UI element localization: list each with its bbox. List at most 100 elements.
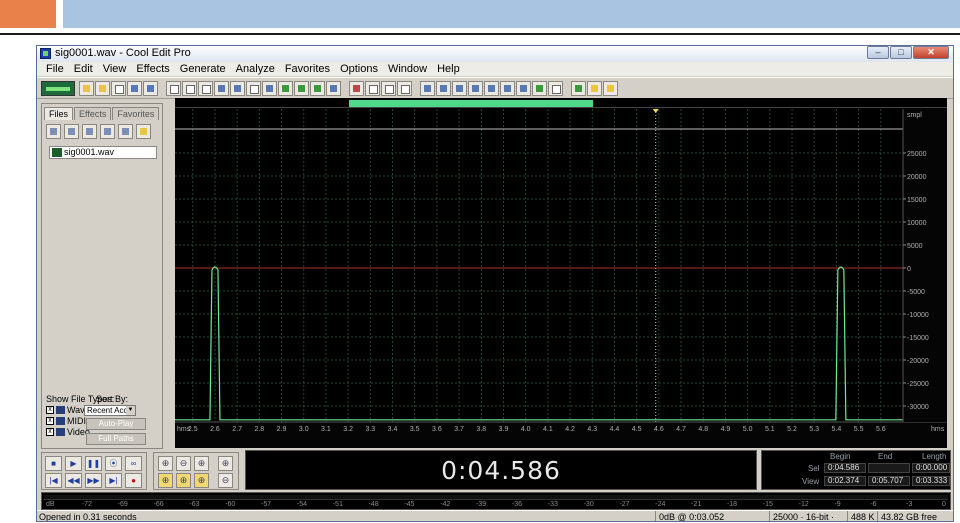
settings-icon[interactable] (587, 80, 602, 96)
open-folder-icon[interactable] (46, 124, 61, 139)
tab-favorites[interactable]: Favorites (112, 107, 160, 120)
wave-checkbox[interactable]: x (46, 406, 54, 414)
zoom-out-horizontal-icon[interactable]: ⊖ (176, 456, 191, 471)
full-paths-button[interactable]: Full Paths (86, 433, 146, 445)
midi-checkbox[interactable]: x (46, 417, 54, 425)
copy-new-icon[interactable] (230, 80, 245, 96)
menu-effects[interactable]: Effects (131, 62, 174, 76)
menu-favorites[interactable]: Favorites (280, 62, 335, 76)
menu-edit[interactable]: Edit (69, 62, 98, 76)
trim-icon[interactable] (310, 80, 325, 96)
title-bar: sig0001.wav - Cool Edit Pro – □ ✕ (37, 46, 953, 62)
sel-end-field[interactable] (868, 463, 910, 473)
zoom-in-vertical-icon[interactable]: ⊕ (218, 456, 233, 471)
close-unused-icon[interactable] (100, 124, 115, 139)
multitrack-toggle-button[interactable] (41, 80, 75, 96)
filter-video[interactable]: x Video (46, 427, 90, 437)
zoom-full-icon[interactable]: ⊕ (194, 456, 209, 471)
panel-effects-icon[interactable] (436, 80, 451, 96)
cue-list-icon[interactable] (468, 80, 483, 96)
cut-icon[interactable] (246, 80, 261, 96)
grid-icon[interactable] (381, 80, 396, 96)
menu-generate[interactable]: Generate (175, 62, 231, 76)
close-button[interactable]: ✕ (913, 46, 949, 59)
go-to-start-button[interactable]: |◀ (45, 473, 62, 488)
help-icon[interactable] (136, 124, 151, 139)
zoom-selection-icon[interactable]: ⊕ (158, 473, 173, 488)
maximize-button[interactable]: □ (890, 46, 912, 59)
tab-effects[interactable]: Effects (74, 107, 112, 120)
close-file-icon[interactable] (111, 80, 126, 96)
analyze-icon[interactable] (484, 80, 499, 96)
loop-button[interactable]: ∞ (125, 456, 142, 471)
view-length-field[interactable]: 0:03.333 (912, 476, 950, 486)
redo-icon[interactable] (182, 80, 197, 96)
batch-icon[interactable] (532, 80, 547, 96)
view-begin-field[interactable]: 0:02.374 (824, 476, 866, 486)
end-header: End (878, 452, 893, 461)
menu-file[interactable]: File (41, 62, 69, 76)
view-end-field[interactable]: 0:05.707 (868, 476, 910, 486)
video-checkbox[interactable]: x (46, 428, 54, 436)
menu-window[interactable]: Window (383, 62, 432, 76)
menu-help[interactable]: Help (432, 62, 465, 76)
zoom-right-icon[interactable]: ⊕ (194, 473, 209, 488)
copy-icon[interactable] (214, 80, 229, 96)
stop-button[interactable]: ■ (45, 456, 62, 471)
waveform-display[interactable]: hms 2.5 2.6 2.7 2.8 2.9 3.0 3.1 3.2 3.3 3.4 3.5 3.6 3… (175, 98, 947, 448)
menu-options[interactable]: Options (335, 62, 383, 76)
go-to-end-button[interactable]: ▶| (105, 473, 122, 488)
sel-length-field[interactable]: 0:00.000 (912, 463, 950, 473)
fast-forward-button[interactable]: ▶▶ (85, 473, 102, 488)
waveform-view-icon[interactable] (365, 80, 380, 96)
x-tick-label: 3.2 (343, 426, 353, 433)
play-button[interactable]: ▶ (65, 456, 82, 471)
panel-favorites-icon[interactable] (452, 80, 467, 96)
sort-select[interactable]: Recent Acc ▼ (84, 405, 136, 416)
y-tick-label: 20000 (907, 174, 927, 181)
edit-file-icon[interactable] (118, 124, 133, 139)
auto-play-button[interactable]: Auto-Play (86, 418, 146, 430)
menu-analyze[interactable]: Analyze (231, 62, 280, 76)
overview-view-range[interactable] (349, 100, 594, 107)
grid-alt-icon[interactable] (397, 80, 412, 96)
mix-paste-icon[interactable] (294, 80, 309, 96)
filter-midi[interactable]: x MIDI (46, 416, 86, 426)
status-message: Opened in 0.31 seconds (39, 512, 137, 522)
play-list-icon[interactable] (500, 80, 515, 96)
close-icon[interactable] (64, 124, 79, 139)
select-icon[interactable] (326, 80, 341, 96)
sel-begin-field[interactable]: 0:04.586 (824, 463, 866, 473)
scripts-icon[interactable] (548, 80, 563, 96)
save-as-icon[interactable] (143, 80, 158, 96)
zoom-out-vertical-icon[interactable]: ⊖ (218, 473, 233, 488)
level-meter-tick: dB (46, 501, 55, 508)
zoom-left-icon[interactable]: ⊕ (176, 473, 191, 488)
minimize-button[interactable]: – (867, 46, 889, 59)
overview-bar[interactable] (175, 99, 947, 108)
save-icon[interactable] (127, 80, 142, 96)
waveform-plot[interactable]: hms 2.5 2.6 2.7 2.8 2.9 3.0 3.1 3.2 3.3 3.4 3.5 3.6 3… (175, 109, 947, 448)
pause-button[interactable]: ❚❚ (85, 456, 102, 471)
record-button[interactable]: ● (125, 473, 142, 488)
menu-view[interactable]: View (98, 62, 132, 76)
undo-icon[interactable] (166, 80, 181, 96)
cd-player-icon[interactable] (571, 80, 586, 96)
help-icon[interactable] (603, 80, 618, 96)
rewind-button[interactable]: ◀◀ (65, 473, 82, 488)
file-item[interactable]: sig0001.wav (49, 146, 157, 159)
new-file-icon[interactable] (79, 80, 94, 96)
slide-divider (0, 33, 960, 35)
spectral-view-icon[interactable] (349, 80, 364, 96)
play-to-end-button[interactable]: ⦿ (105, 456, 122, 471)
close-all-icon[interactable] (82, 124, 97, 139)
open-file-icon[interactable] (95, 80, 110, 96)
paste-icon[interactable] (262, 80, 277, 96)
view-label: View (802, 477, 820, 486)
repeat-icon[interactable] (198, 80, 213, 96)
zoom-in-horizontal-icon[interactable]: ⊕ (158, 456, 173, 471)
panel-files-icon[interactable] (420, 80, 435, 96)
tab-files[interactable]: Files (44, 107, 74, 120)
paste-new-icon[interactable] (278, 80, 293, 96)
info-icon[interactable] (516, 80, 531, 96)
